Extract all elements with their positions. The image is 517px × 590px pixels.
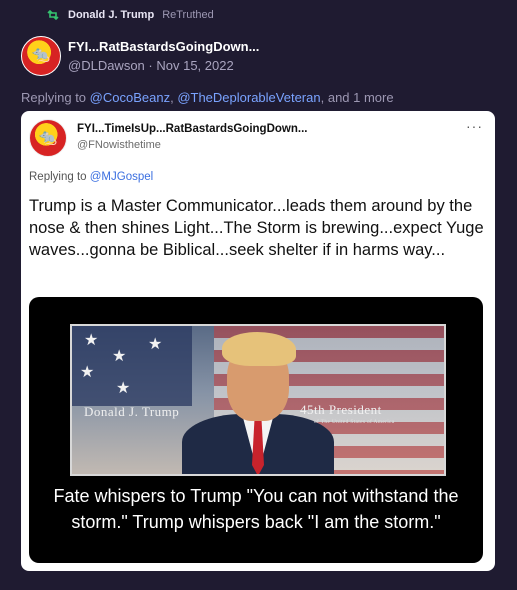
quoted-replying-to: Replying to @MJGospel: [29, 171, 153, 183]
replying-prefix: Replying to: [21, 90, 87, 105]
replying-to: Replying to @CocoBeanz, @TheDeplorableVe…: [21, 90, 394, 105]
retruth-icon: [47, 9, 59, 21]
quoted-author-name[interactable]: FYI...TimeIsUp...RatBastardsGoingDown...: [77, 123, 307, 135]
quoted-author-avatar[interactable]: 🐀: [29, 119, 67, 157]
quoted-post-card[interactable]: 🐀 FYI...TimeIsUp...RatBastardsGoingDown.…: [21, 111, 495, 571]
author-meta: @DLDawson · Nov 15, 2022: [68, 58, 234, 73]
star-icon: ★: [80, 364, 95, 381]
star-icon: ★: [112, 348, 127, 365]
mention-link[interactable]: @CocoBeanz: [90, 90, 170, 105]
retruth-user[interactable]: Donald J. Trump: [68, 9, 154, 21]
retruth-label: ReTruthed: [162, 9, 214, 21]
photo-caption-right-sub: of The United States of America: [314, 419, 395, 425]
quoted-post-text: Trump is a Master Communicator...leads t…: [29, 197, 484, 259]
author-avatar[interactable]: 🐀: [21, 36, 61, 76]
star-icon: ★: [148, 336, 163, 353]
quoted-author-handle[interactable]: @FNowisthetime: [77, 139, 161, 151]
retruth-bar: Donald J. Trump ReTruthed: [46, 6, 214, 24]
rat-icon: 🐀: [31, 46, 51, 64]
author-name[interactable]: FYI...RatBastardsGoingDown...: [68, 39, 259, 54]
mention-link[interactable]: @TheDeplorableVeteran: [177, 90, 320, 105]
post-image[interactable]: ★ ★ ★ ★ ★ Donald J. Trump 45th President…: [29, 297, 483, 563]
replying-suffix[interactable]: , and 1 more: [321, 90, 394, 105]
portrait-photo: ★ ★ ★ ★ ★ Donald J. Trump 45th President…: [70, 324, 446, 476]
star-icon: ★: [84, 332, 99, 349]
rat-icon: 🐀: [38, 128, 58, 146]
post-date[interactable]: Nov 15, 2022: [156, 58, 233, 73]
mention-link[interactable]: @MJGospel: [90, 171, 153, 183]
figure-hair: [222, 332, 296, 366]
author-handle[interactable]: @DLDawson: [68, 58, 145, 73]
photo-caption-right: 45th President: [300, 402, 382, 417]
image-quote-text: Fate whispers to Trump "You can not with…: [53, 486, 459, 532]
star-icon: ★: [116, 380, 131, 397]
photo-caption-left: Donald J. Trump: [84, 404, 180, 419]
more-options-icon[interactable]: ···: [466, 118, 483, 134]
replying-prefix: Replying to: [29, 171, 87, 183]
